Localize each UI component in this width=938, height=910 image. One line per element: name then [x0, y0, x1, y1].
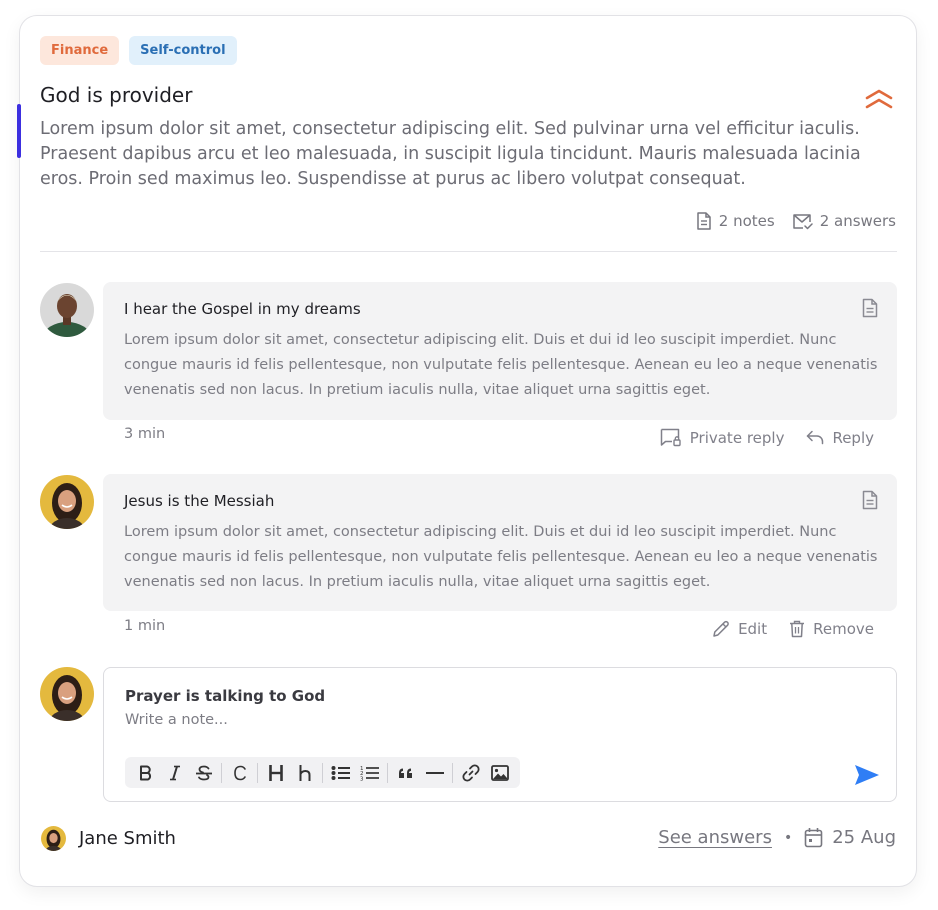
separator-dot: • [783, 829, 793, 846]
link-icon [461, 763, 480, 782]
horizontal-rule-icon [425, 771, 444, 774]
bold-icon [139, 765, 151, 780]
comment-time: 3 min [124, 426, 166, 442]
avatar-image [40, 283, 94, 337]
reply-button[interactable]: Reply [806, 428, 874, 447]
reply-arrow-icon [807, 430, 824, 445]
image-icon [490, 764, 509, 781]
comment-actions: Private reply Reply [660, 428, 874, 447]
private-message-icon [660, 428, 681, 447]
comment-body: Lorem ipsum dolor sit amet, consectetur … [124, 332, 878, 398]
toolbar-separator [322, 762, 323, 783]
remove-label: Remove [813, 620, 874, 638]
quote-button[interactable] [391, 757, 420, 788]
edit-label: Edit [738, 620, 768, 638]
post-date-label: 25 Aug [832, 827, 896, 848]
collapse-chevrons-icon[interactable] [863, 86, 895, 112]
question-card: Finance Self-control God is provider Lor… [17, 15, 917, 887]
format-toolbar: 123 [125, 757, 520, 788]
post-meta: 2 notes 2 answers [696, 212, 896, 230]
answers-count-label: 2 answers [819, 212, 896, 230]
strikethrough-button[interactable] [189, 757, 218, 788]
bold-button[interactable] [131, 757, 160, 788]
link-button[interactable] [456, 757, 485, 788]
tag-finance[interactable]: Finance [40, 36, 120, 65]
avatar-image [40, 475, 94, 529]
post-title: God is provider [40, 83, 193, 107]
note-input[interactable] [125, 712, 825, 728]
edit-button[interactable]: Edit [712, 620, 767, 638]
remove-button[interactable]: Remove [789, 620, 874, 638]
notes-count[interactable]: 2 notes [696, 212, 775, 230]
toolbar-separator [221, 762, 222, 783]
document-icon[interactable] [862, 298, 878, 318]
document-icon[interactable] [862, 490, 878, 510]
private-reply-button[interactable]: Private reply [660, 428, 785, 447]
reply-label: Reply [832, 428, 874, 447]
private-reply-label: Private reply [689, 428, 785, 447]
comment-time: 1 min [124, 618, 166, 634]
notes-count-label: 2 notes [718, 212, 775, 230]
avatar[interactable] [40, 283, 94, 337]
pencil-icon [713, 621, 729, 637]
italic-icon [169, 765, 180, 780]
heading-small-icon [299, 764, 310, 781]
calendar-icon [804, 828, 823, 848]
divider [40, 251, 897, 252]
mail-check-icon [792, 213, 813, 229]
trash-icon [790, 620, 805, 638]
avatar[interactable] [40, 475, 94, 529]
post-date: 25 Aug [804, 827, 896, 848]
horizontal-rule-button[interactable] [420, 757, 449, 788]
toolbar-separator [257, 762, 258, 783]
note-editor: Prayer is talking to God Write a note...… [103, 667, 897, 802]
footer-meta: See answers • 25 Aug [658, 827, 896, 848]
strikethrough-icon [195, 765, 212, 780]
code-button[interactable] [225, 757, 254, 788]
comment-title: I hear the Gospel in my dreams [124, 300, 361, 318]
comment-title: Jesus is the Messiah [124, 492, 275, 510]
comment-card: I hear the Gospel in my dreams Lorem ips… [103, 282, 897, 420]
post-description: Lorem ipsum dolor sit amet, consectetur … [40, 119, 861, 189]
send-icon[interactable] [854, 763, 880, 787]
comment-body: Lorem ipsum dolor sit amet, consectetur … [124, 524, 878, 590]
author-name[interactable]: Jane Smith [79, 828, 176, 849]
toolbar-separator [387, 762, 388, 783]
toolbar-separator [452, 762, 453, 783]
numbered-list-icon: 123 [360, 766, 379, 781]
code-icon [233, 765, 246, 780]
comment-actions: Edit Remove [712, 620, 874, 638]
author-avatar[interactable] [41, 826, 66, 851]
quote-icon [398, 768, 412, 778]
accent-bar [17, 104, 21, 158]
numbered-list-button[interactable]: 123 [355, 757, 384, 788]
answers-count[interactable]: 2 answers [792, 212, 896, 230]
see-answers-link[interactable]: See answers [658, 827, 772, 848]
bullet-list-icon [331, 765, 350, 780]
bullet-list-button[interactable] [326, 757, 355, 788]
avatar-image [41, 826, 66, 851]
heading-large-button[interactable] [261, 757, 290, 788]
tag-list: Finance Self-control [40, 36, 237, 65]
italic-button[interactable] [160, 757, 189, 788]
avatar-image [40, 667, 94, 721]
svg-text:3: 3 [360, 776, 364, 781]
heading-large-icon [268, 764, 283, 781]
document-icon [697, 212, 711, 230]
heading-small-button[interactable] [290, 757, 319, 788]
editor-title: Prayer is talking to God [125, 687, 326, 705]
avatar[interactable] [40, 667, 94, 721]
tag-self-control[interactable]: Self-control [129, 36, 237, 65]
comment-card: Jesus is the Messiah Lorem ipsum dolor s… [103, 474, 897, 611]
image-button[interactable] [485, 757, 514, 788]
